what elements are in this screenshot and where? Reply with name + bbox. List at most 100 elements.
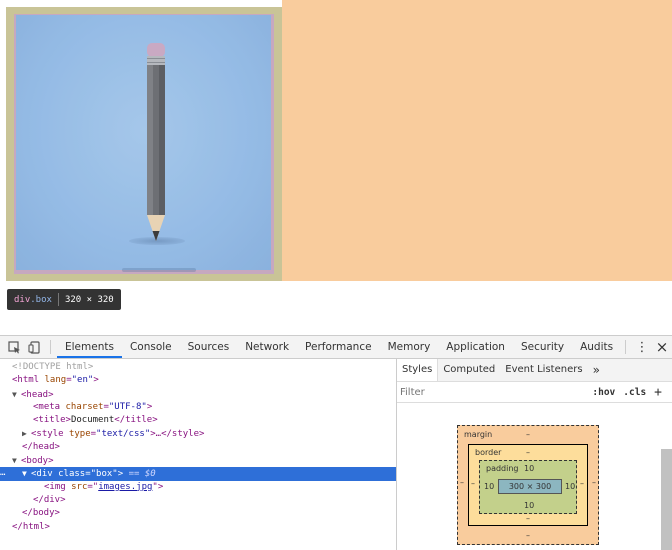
meta-value: "UTF-8" bbox=[108, 401, 147, 412]
tab-styles[interactable]: Styles bbox=[397, 359, 439, 381]
device-toolbar-icon[interactable] bbox=[24, 336, 44, 358]
filter-toolbar: :hov .cls + bbox=[592, 382, 662, 402]
devtools-tabbar: Elements Console Sources Network Perform… bbox=[0, 336, 672, 359]
title-text: Document bbox=[70, 415, 115, 426]
style-value: "text/css" bbox=[96, 429, 151, 440]
tab-elements[interactable]: Elements bbox=[57, 336, 122, 358]
img-src-attr: src bbox=[71, 481, 88, 492]
body-close-tag: </body> bbox=[22, 508, 60, 519]
dom-node-head-close[interactable]: </head> bbox=[0, 441, 396, 454]
box-model-margin[interactable]: margin – – – – border – – – – padding 10… bbox=[457, 425, 599, 545]
tab-performance[interactable]: Performance bbox=[297, 336, 380, 358]
style-attr: type bbox=[68, 429, 91, 440]
tab-application[interactable]: Application bbox=[438, 336, 513, 358]
dom-node-title[interactable]: <title>Document</title> bbox=[0, 414, 396, 427]
close-devtools-icon[interactable]: × bbox=[652, 336, 672, 358]
margin-right-value[interactable]: – bbox=[592, 478, 596, 487]
html-tag: <html bbox=[12, 375, 40, 386]
styles-filter-row: :hov .cls + bbox=[397, 382, 672, 403]
dom-node-body[interactable]: ▼ <body> bbox=[0, 454, 396, 467]
tab-sources[interactable]: Sources bbox=[180, 336, 238, 358]
more-tabs-icon[interactable]: » bbox=[588, 359, 605, 381]
styles-filter-input[interactable] bbox=[400, 386, 550, 398]
div-class-value: "box" bbox=[90, 469, 118, 480]
tooltip-dimensions: 320 × 320 bbox=[64, 294, 114, 305]
styles-sidebar: Styles Computed Event Listeners » :hov .… bbox=[397, 359, 672, 550]
new-rule-icon[interactable]: + bbox=[654, 385, 662, 400]
dom-node-div-selected[interactable]: … ▼ <div class="box"> == $0 bbox=[0, 467, 396, 481]
div-tag: <div bbox=[31, 469, 53, 480]
body-open-tag: <body> bbox=[21, 456, 54, 467]
head-open-tag: <head> bbox=[21, 389, 54, 400]
devtools-panel: Elements Console Sources Network Perform… bbox=[0, 335, 672, 550]
style-tag: <style bbox=[31, 429, 64, 440]
tab-audits[interactable]: Audits bbox=[572, 336, 621, 358]
border-top-value[interactable]: – bbox=[526, 448, 530, 457]
image-watermark bbox=[122, 268, 196, 272]
box-model-border[interactable]: border – – – – padding 10 10 10 10 300 ×… bbox=[468, 444, 588, 526]
dom-node-html-close[interactable]: </html> bbox=[0, 521, 396, 534]
tab-event-listeners[interactable]: Event Listeners bbox=[500, 359, 587, 381]
padding-right-value[interactable]: 10 bbox=[565, 482, 575, 491]
tab-computed[interactable]: Computed bbox=[438, 359, 500, 381]
img-tag: <img bbox=[44, 481, 66, 492]
tab-memory[interactable]: Memory bbox=[380, 336, 439, 358]
margin-bottom-value[interactable]: – bbox=[526, 531, 530, 540]
customize-menu-icon[interactable]: ⋮ bbox=[632, 336, 652, 358]
dom-node-img[interactable]: <img src="images.jpg"> bbox=[0, 481, 396, 494]
doctype-text: <!DOCTYPE html> bbox=[12, 362, 94, 372]
img-src-link[interactable]: images.jpg bbox=[98, 482, 152, 492]
page-viewport: div .box 320 × 320 bbox=[0, 0, 672, 335]
toolbar-divider bbox=[50, 340, 51, 354]
elements-tree: <!DOCTYPE html> <html lang="en"> ▼ <head>… bbox=[0, 359, 396, 550]
html-lang-attr: lang bbox=[44, 375, 67, 386]
margin-top-value[interactable]: – bbox=[526, 430, 530, 439]
expand-triangle-icon[interactable]: ▼ bbox=[12, 388, 21, 401]
hover-state-toggle[interactable]: :hov bbox=[592, 387, 615, 398]
content-highlight-tint bbox=[16, 15, 271, 270]
dom-node-html[interactable]: <html lang="en"> bbox=[0, 374, 396, 387]
div-close-tag: </div> bbox=[33, 494, 66, 505]
styles-scrollbar[interactable] bbox=[661, 449, 672, 550]
padding-bottom-value[interactable]: 10 bbox=[524, 501, 534, 510]
class-toggle[interactable]: .cls bbox=[623, 387, 646, 398]
padding-label: padding bbox=[486, 464, 519, 473]
dom-node-body-close[interactable]: </body> bbox=[0, 507, 396, 520]
meta-attr: charset bbox=[65, 401, 104, 412]
pencil-icon bbox=[147, 43, 165, 241]
title-open-tag: <title> bbox=[33, 415, 71, 426]
border-bottom-value[interactable]: – bbox=[526, 514, 530, 523]
title-close-tag: </title> bbox=[114, 415, 158, 426]
tab-network[interactable]: Network bbox=[237, 336, 297, 358]
dom-node-meta[interactable]: <meta charset="UTF-8"> bbox=[0, 401, 396, 414]
meta-tag: <meta bbox=[33, 401, 61, 412]
border-right-value[interactable]: – bbox=[580, 479, 584, 488]
box-model-content[interactable]: 300 × 300 bbox=[498, 479, 562, 494]
element-tooltip: div .box 320 × 320 bbox=[7, 289, 121, 310]
margin-highlight-overlay bbox=[282, 0, 672, 281]
div-class-attr: class bbox=[58, 469, 86, 480]
box-model-padding[interactable]: padding 10 10 10 10 300 × 300 bbox=[479, 460, 577, 514]
inspect-element-icon[interactable] bbox=[4, 336, 24, 358]
html-close-tag: </html> bbox=[12, 521, 50, 532]
box-model-diagram: margin – – – – border – – – – padding 10… bbox=[457, 425, 599, 545]
dom-node-doctype[interactable]: <!DOCTYPE html> bbox=[0, 361, 396, 374]
padding-top-value[interactable]: 10 bbox=[524, 464, 534, 473]
margin-left-value[interactable]: – bbox=[460, 478, 464, 487]
expand-triangle-icon[interactable]: ▼ bbox=[22, 467, 31, 480]
div-tag-end: > bbox=[117, 469, 124, 480]
tab-console[interactable]: Console bbox=[122, 336, 180, 358]
dom-node-style[interactable]: ▶ <style type="text/css">…</style> bbox=[0, 427, 396, 440]
selected-node-marker: == $0 bbox=[128, 469, 156, 480]
border-label: border bbox=[475, 448, 502, 457]
toolbar-divider bbox=[625, 340, 626, 354]
padding-left-value[interactable]: 10 bbox=[484, 482, 494, 491]
collapse-triangle-icon[interactable]: ▶ bbox=[22, 427, 31, 440]
border-left-value[interactable]: – bbox=[471, 479, 475, 488]
tab-security[interactable]: Security bbox=[513, 336, 572, 358]
dom-node-head[interactable]: ▼ <head> bbox=[0, 388, 396, 401]
more-actions-icon[interactable]: … bbox=[0, 467, 5, 480]
expand-triangle-icon[interactable]: ▼ bbox=[12, 454, 21, 467]
tooltip-tag: div bbox=[14, 294, 31, 305]
dom-node-div-close[interactable]: </div> bbox=[0, 494, 396, 507]
